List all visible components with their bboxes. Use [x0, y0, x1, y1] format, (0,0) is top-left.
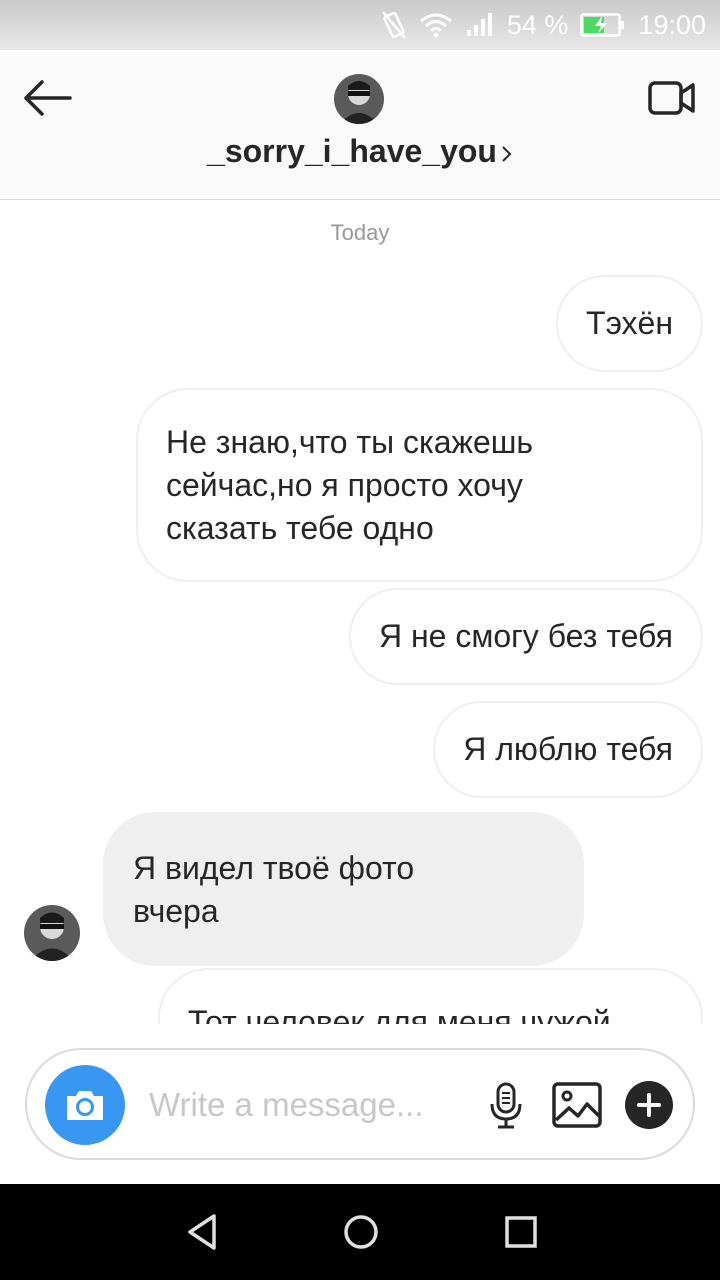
more-options-button[interactable]: [625, 1081, 673, 1129]
battery-percent: 54 %: [506, 9, 569, 40]
nav-back-button[interactable]: [178, 1208, 226, 1256]
message-line: Я люблю тебя: [463, 731, 673, 767]
system-nav-bar: [0, 1184, 720, 1280]
back-button[interactable]: [18, 74, 78, 122]
status-icons: 54 % 19:00: [381, 0, 706, 50]
date-separator: Today: [330, 220, 390, 245]
signal-icon: [465, 12, 495, 38]
message-line: вчера: [133, 893, 219, 929]
video-call-button[interactable]: [644, 74, 700, 122]
plus-icon: [637, 1093, 661, 1117]
message-bubble-outgoing[interactable]: Тэхён: [556, 275, 703, 372]
nav-recents-icon: [505, 1216, 537, 1248]
nav-home-icon: [344, 1215, 378, 1249]
vibrate-icon: [381, 10, 407, 40]
message-line: сейчас,но я просто хочу: [166, 467, 523, 503]
chat-thread[interactable]: Today Тэхён Не знаю,что ты скажешь сейча…: [0, 200, 720, 1024]
message-line: Не знаю,что ты скажешь: [166, 424, 534, 460]
video-call-icon: [648, 81, 695, 115]
voice-message-button[interactable]: [485, 1080, 527, 1132]
nav-recents-button[interactable]: [497, 1208, 545, 1256]
nav-back-icon: [188, 1214, 216, 1250]
message-line: Тот человек для меня чужой: [188, 1004, 611, 1024]
clock: 19:00: [638, 9, 706, 40]
message-bubble-outgoing[interactable]: Не знаю,что ты скажешь сейчас,но я прост…: [136, 388, 703, 582]
message-bubble-incoming[interactable]: Я видел твоё фото вчера: [103, 812, 584, 966]
back-arrow-icon: [24, 80, 72, 116]
chevron-right-icon: [501, 135, 513, 172]
battery-charging-icon: [580, 13, 626, 37]
message-input[interactable]: [149, 1078, 469, 1132]
username-title[interactable]: _sorry_i_have_you: [0, 133, 720, 172]
nav-home-button[interactable]: [337, 1208, 385, 1256]
message-composer: [25, 1048, 695, 1160]
status-bar: 54 % 19:00: [0, 0, 720, 50]
chat-header: _sorry_i_have_you: [0, 50, 720, 200]
sender-avatar[interactable]: [24, 905, 80, 961]
message-line: Тэхён: [586, 305, 673, 341]
camera-icon: [67, 1091, 103, 1120]
message-line: Я видел твоё фото: [133, 850, 415, 886]
avatar[interactable]: [334, 74, 384, 124]
message-line: Я не смогу без тебя: [378, 618, 673, 654]
username-text: _sorry_i_have_you: [207, 133, 497, 169]
message-line: сказать тебе одно: [166, 510, 434, 546]
gallery-icon: [552, 1082, 602, 1128]
camera-button[interactable]: [45, 1065, 125, 1145]
gallery-button[interactable]: [551, 1080, 603, 1130]
message-bubble-outgoing[interactable]: Я люблю тебя: [433, 701, 703, 798]
wifi-icon: [419, 12, 453, 38]
microphone-icon: [490, 1082, 522, 1129]
message-bubble-outgoing[interactable]: Тот человек для меня чужой: [158, 968, 703, 1024]
message-bubble-outgoing[interactable]: Я не смогу без тебя: [348, 588, 703, 685]
